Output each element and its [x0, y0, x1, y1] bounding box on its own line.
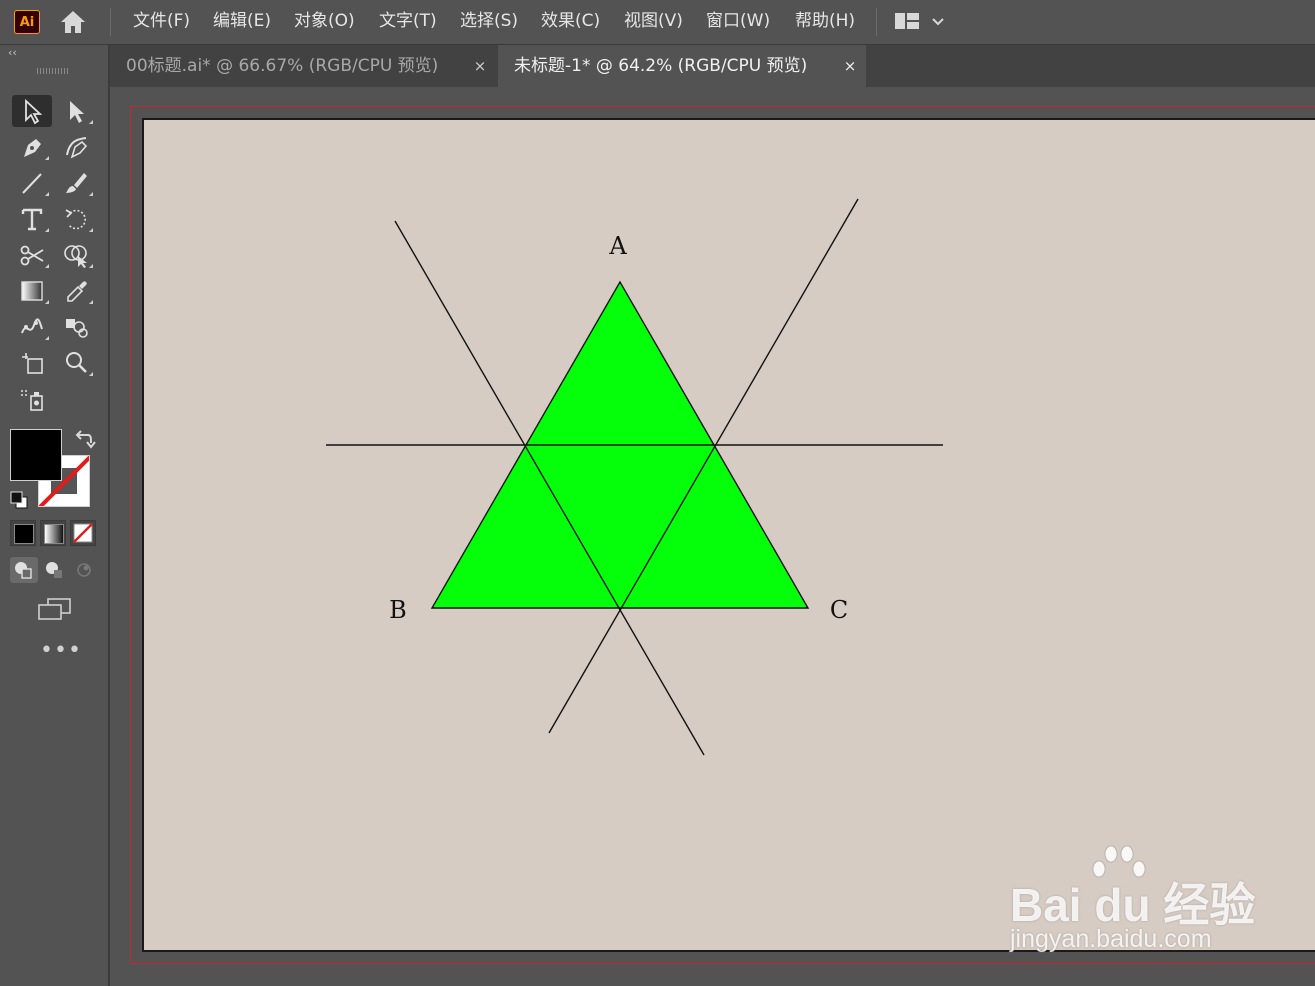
- scissors-tool[interactable]: [12, 239, 52, 271]
- gradient-mode-button[interactable]: [40, 520, 66, 546]
- menu-view[interactable]: 视图(V): [624, 0, 683, 44]
- solid-color-icon: [14, 524, 34, 544]
- artboard-icon: [22, 353, 43, 374]
- menu-window[interactable]: 窗口(W): [706, 0, 770, 44]
- canvas-area[interactable]: A B C: [110, 88, 1315, 986]
- change-screen-mode-button[interactable]: [36, 595, 74, 623]
- draw-normal-button[interactable]: [10, 557, 38, 583]
- line-tool[interactable]: [12, 167, 52, 199]
- artboard-tool[interactable]: [12, 347, 52, 379]
- symbol-tool[interactable]: [12, 383, 52, 415]
- document-tabs: 00标题.ai* @ 66.67% (RGB/CPU 预览) × 未标题-1* …: [110, 45, 1315, 87]
- vertex-label-b: B: [389, 596, 407, 624]
- gradient-icon: [21, 281, 43, 301]
- vertex-label-c: C: [830, 596, 848, 624]
- artwork: A B C: [326, 198, 943, 756]
- zoom-tool[interactable]: [56, 347, 96, 379]
- app-logo[interactable]: Ai: [14, 10, 40, 34]
- eyedropper-icon: [67, 281, 87, 302]
- type-tool[interactable]: [12, 203, 52, 235]
- pen-tool[interactable]: [12, 131, 52, 163]
- menu-object[interactable]: 对象(O): [294, 0, 355, 44]
- chevron-down-icon: [932, 18, 944, 26]
- draw-behind-icon: [46, 562, 62, 578]
- menu-select[interactable]: 选择(S): [460, 0, 518, 44]
- artboard[interactable]: A B C: [142, 118, 1315, 952]
- blend-tool[interactable]: [12, 311, 52, 343]
- workspace-layout-icon: [895, 13, 919, 29]
- gradient-tool[interactable]: [12, 275, 52, 307]
- tools-panel: ‹‹ •••: [0, 45, 110, 986]
- home-icon[interactable]: [58, 8, 88, 36]
- menu-effect[interactable]: 效果(C): [541, 0, 600, 44]
- selection-tool[interactable]: [12, 95, 52, 127]
- menu-bar: Ai 文件(F) 编辑(E) 对象(O) 文字(T) 选择(S) 效果(C) 视…: [0, 0, 1315, 45]
- rotate-icon: [65, 209, 86, 230]
- menu-divider: [110, 8, 111, 36]
- tab-label: 未标题-1* @ 64.2% (RGB/CPU 预览): [514, 56, 808, 76]
- type-icon: [21, 208, 43, 231]
- paintbrush-tool[interactable]: [56, 167, 96, 199]
- menu-type[interactable]: 文字(T): [379, 0, 437, 44]
- draw-inside-button[interactable]: [70, 557, 98, 583]
- collapse-panel-icon[interactable]: ‹‹: [8, 47, 17, 59]
- default-colors-icon[interactable]: [10, 491, 30, 509]
- draw-inside-icon: [77, 563, 91, 577]
- tab-document-2[interactable]: 未标题-1* @ 64.2% (RGB/CPU 预览): [498, 45, 866, 87]
- live-paint-tool[interactable]: [56, 311, 96, 343]
- rotate-tool[interactable]: [56, 203, 96, 235]
- direct-selection-icon: [70, 101, 84, 123]
- curvature-tool[interactable]: [56, 131, 96, 163]
- vertex-label-a: A: [608, 232, 627, 260]
- none-mode-button[interactable]: [70, 520, 96, 546]
- tab-close-icon[interactable]: ×: [470, 45, 490, 87]
- shape-builder-tool[interactable]: [56, 239, 96, 271]
- line-segment-icon: [22, 173, 42, 194]
- workspace-switcher[interactable]: [893, 10, 953, 34]
- swap-fill-stroke-icon[interactable]: [74, 429, 96, 449]
- shape-builder-icon: [64, 245, 87, 268]
- gradient-swatch-icon: [44, 524, 64, 544]
- spray-can-icon: [21, 390, 43, 411]
- draw-normal-icon: [15, 562, 32, 579]
- tab-close-icon[interactable]: ×: [840, 45, 860, 87]
- draw-behind-button[interactable]: [40, 557, 68, 583]
- color-mode-button[interactable]: [10, 520, 36, 546]
- panel-grip[interactable]: [37, 68, 69, 74]
- selection-arrow-icon: [25, 98, 43, 125]
- pen-icon: [24, 139, 41, 157]
- none-swatch-icon: [73, 523, 93, 543]
- magnifier-icon: [66, 352, 87, 373]
- menu-edit[interactable]: 编辑(E): [213, 0, 271, 44]
- curvature-icon: [66, 137, 88, 159]
- edit-toolbar-ellipsis[interactable]: •••: [40, 640, 81, 665]
- screen-mode-icon: [38, 598, 71, 620]
- menu-help[interactable]: 帮助(H): [795, 0, 855, 44]
- tab-label: 00标题.ai* @ 66.67% (RGB/CPU 预览): [126, 56, 439, 76]
- fill-swatch[interactable]: [10, 429, 62, 481]
- menu-divider: [876, 8, 877, 36]
- eyedropper-tool[interactable]: [56, 275, 96, 307]
- scissors-icon: [20, 245, 44, 266]
- direct-selection-tool[interactable]: [56, 95, 96, 127]
- menu-file[interactable]: 文件(F): [133, 0, 190, 44]
- symbol-sprayer-icon: [66, 319, 88, 338]
- puppet-warp-icon: [21, 318, 43, 334]
- tab-document-1[interactable]: 00标题.ai* @ 66.67% (RGB/CPU 预览): [110, 45, 496, 87]
- paintbrush-icon: [66, 173, 87, 193]
